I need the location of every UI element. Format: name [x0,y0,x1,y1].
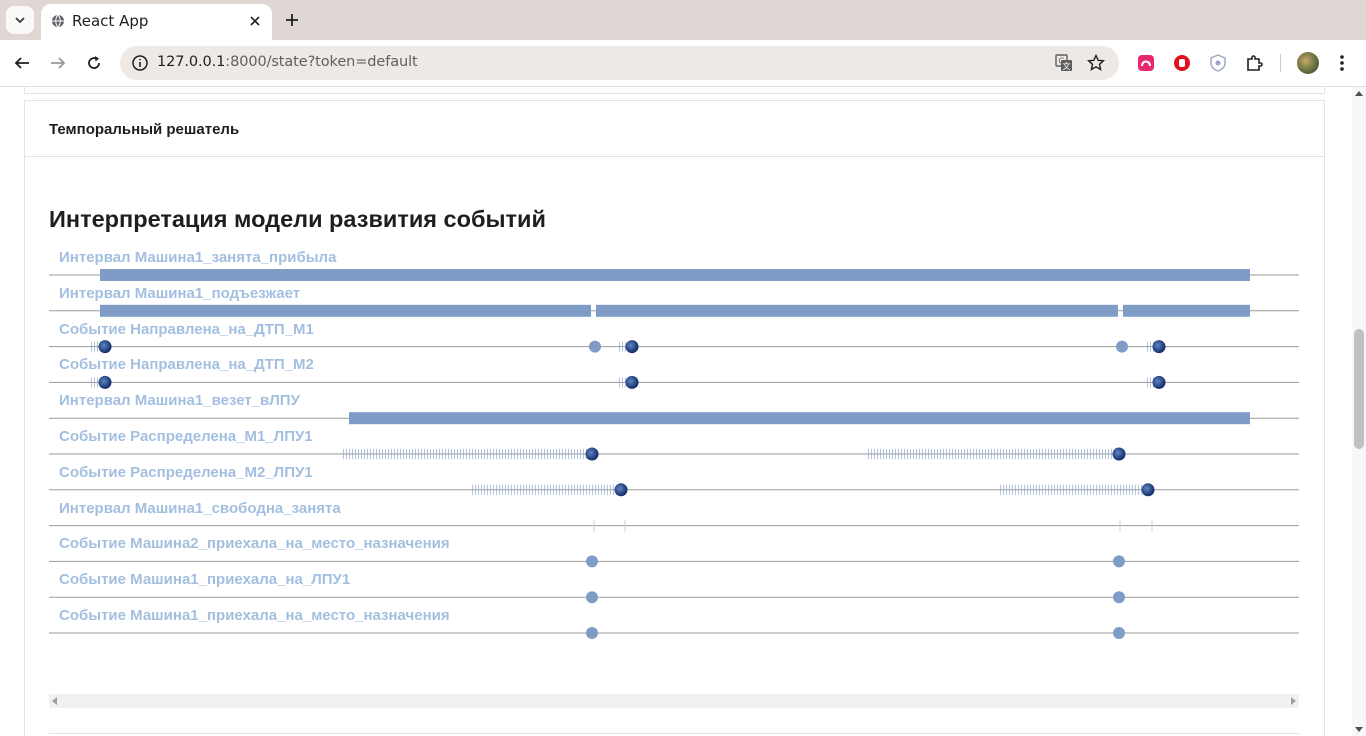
browser-toolbar: 127.0.0.1:8000/state?token=default 文G [0,40,1366,87]
scroll-up-icon[interactable] [1355,91,1363,96]
event-point [1116,340,1128,353]
avatar[interactable] [1297,52,1319,74]
tab-search-button[interactable] [6,6,34,34]
close-icon[interactable] [248,14,262,28]
interval-bar [100,304,591,317]
timeline-row-label: Интервал Машина1_занята_прибыла [59,249,337,266]
section-divider [49,733,1299,734]
translate-icon[interactable]: 文G [1055,54,1073,72]
scroll-right-icon[interactable] [1291,697,1296,705]
timeline-row-label: Событие Машина2_приехала_на_место_назнач… [59,535,450,553]
scrollbar-thumb[interactable] [1354,329,1364,449]
timeline-row-label: Событие Направлена_на_ДТП_М1 [59,320,314,338]
timeline-row-label: Событие Распределена_М1_ЛПУ1 [59,428,313,445]
new-tab-icon[interactable] [284,12,300,28]
event-point [586,591,598,604]
browser-tab[interactable]: React App [41,4,272,40]
event-point [1113,591,1125,604]
event-trail [342,449,592,459]
bookmark-star-icon[interactable] [1087,54,1105,72]
vertical-scrollbar[interactable] [1352,87,1366,736]
event-active-point [1141,483,1155,497]
event-trail [999,484,1148,495]
event-trail [867,449,1119,459]
timeline-row-label: Интервал Машина1_везет_вЛПУ [59,392,300,410]
toolbar-divider [1280,54,1281,72]
event-active-point [98,340,112,354]
extension-2-icon[interactable] [1173,54,1191,72]
card-header: Темпоральный решатель [25,101,1324,157]
event-point [586,627,598,639]
scroll-left-icon[interactable] [52,697,57,705]
reload-icon[interactable] [85,54,103,72]
interval-bar [1123,304,1250,317]
tab-title: React App [72,12,149,30]
section-title: Интерпретация модели развития событий [49,206,546,232]
globe-icon [52,14,64,28]
horizontal-scrollbar[interactable] [49,694,1299,708]
url-text[interactable]: 127.0.0.1:8000/state?token=default [157,54,418,70]
site-info-icon[interactable] [131,54,149,72]
scroll-down-icon[interactable] [1355,727,1363,732]
event-active-point [98,375,112,389]
address-bar[interactable]: 127.0.0.1:8000/state?token=default 文G [120,46,1119,80]
event-point [1113,627,1125,639]
tab-strip: React App [0,0,1366,40]
card-title: Темпоральный решатель [49,121,240,138]
event-active-point [625,340,639,354]
event-point [1113,555,1125,568]
interval-bar [596,304,1118,317]
puzzle-icon[interactable] [1245,54,1263,72]
back-arrow-icon[interactable] [13,54,31,72]
interval-bar [100,269,1250,281]
chevron-down-icon [15,17,25,24]
timeline-row-label: Событие Машина1_приехала_на_ЛПУ1 [59,571,351,589]
timeline-row-label: Событие Направлена_на_ДТП_М2 [59,356,314,374]
interval-bar [349,412,1250,425]
forward-arrow-icon[interactable] [49,54,67,72]
extension-1-icon[interactable] [1137,54,1155,72]
event-trail [472,484,621,495]
timeline-row-label: Событие Машина1_приехала_на_место_назнач… [59,607,450,624]
timeline-chart: Интервал Машина1_занята_прибыла Интервал … [49,244,1299,644]
timeline-row-label: Интервал Машина1_свободна_занята [59,499,341,517]
timeline-row-label: Событие Распределена_М2_ЛПУ1 [59,463,313,481]
shield-icon[interactable] [1209,54,1227,72]
svg-text:G: G [1058,57,1064,66]
page-viewport: Темпоральный решатель Интерпретация моде… [0,87,1352,736]
event-active-point [625,375,639,389]
event-point [586,555,598,568]
event-active-point [1152,375,1166,389]
event-point [589,340,601,353]
previous-card [24,87,1325,94]
timeline-row-label: Интервал Машина1_подъезжает [59,284,301,302]
event-active-point [585,447,599,461]
more-menu-icon[interactable] [1333,53,1351,73]
event-active-point [1112,447,1126,461]
event-active-point [1152,340,1166,354]
event-active-point [614,483,628,497]
